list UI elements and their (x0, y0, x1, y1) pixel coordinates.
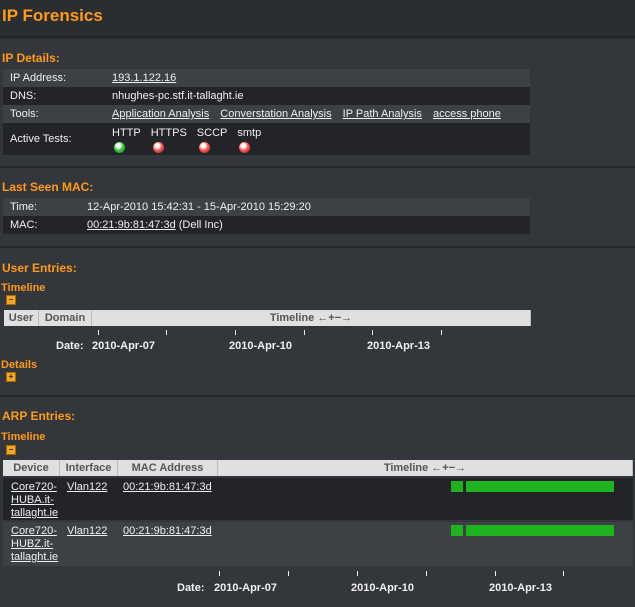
table-row: Core720-HUBZ.it-tallaght.ie Vlan122 00:2… (3, 522, 633, 566)
interface-link[interactable]: Vlan122 (67, 481, 107, 494)
conversation-analysis-link[interactable]: Converstation Analysis (220, 108, 331, 120)
timeline-zoom-controls[interactable]: Timeline ←+−→ (384, 462, 466, 474)
arp-entries-title: ARP Entries: (2, 409, 76, 423)
date-label: Date: (56, 340, 84, 352)
collapse-icon[interactable]: − (6, 445, 16, 455)
time-row: Time: 12-Apr-2010 15:42:31 - 15-Apr-2010… (3, 198, 530, 216)
page-title: IP Forensics (2, 6, 103, 25)
user-timeline-label: Timeline (1, 282, 46, 294)
last-seen-mac-table: Time: 12-Apr-2010 15:42:31 - 15-Apr-2010… (3, 198, 530, 234)
timeline-tick (357, 571, 358, 576)
test-https[interactable]: HTTPS (151, 127, 187, 153)
mac-address-link[interactable]: 00:21:9b:81:47:3d (123, 481, 212, 494)
ip-details-section: IP Details: IP Address: 193.1.122.16 DNS… (0, 37, 635, 166)
timeline-tick (372, 330, 373, 335)
test-http-label: HTTP (112, 127, 141, 139)
timeline-tick (495, 571, 496, 576)
test-http[interactable]: HTTP (112, 127, 141, 153)
timeline-bar[interactable] (466, 525, 614, 536)
col-domain[interactable]: Domain (38, 310, 92, 326)
test-https-label: HTTPS (150, 127, 187, 139)
expand-icon[interactable]: + (6, 372, 16, 382)
col-device[interactable]: Device (3, 460, 60, 476)
timeline-bar[interactable] (451, 481, 463, 492)
user-timeline-header: User Domain Timeline ←+−→ (4, 310, 531, 326)
status-green-icon (114, 142, 125, 153)
timeline-date: 2010-Apr-07 (214, 582, 277, 594)
timeline-tick (98, 330, 99, 335)
timeline-tick (166, 330, 167, 335)
active-tests-label: Active Tests: (3, 123, 105, 155)
test-smtp[interactable]: smtp (237, 127, 261, 153)
active-tests-row: Active Tests: HTTP HTTPS SCCP smtp (3, 123, 530, 155)
details-label: Details (1, 359, 38, 371)
arp-timeline-label: Timeline (1, 431, 46, 443)
status-red-icon (152, 142, 164, 153)
date-label: Date: (177, 582, 205, 594)
test-sccp-label: SCCP (196, 127, 228, 139)
timeline-tick (426, 571, 427, 576)
arp-table-header: Device Interface MAC Address Timeline ←+… (3, 460, 633, 476)
dns-value: nhughes-pc.stf.it-tallaght.ie (105, 87, 530, 105)
arp-entries-section: ARP Entries: Timeline − Device Interface… (0, 395, 635, 607)
page-header: IP Forensics (0, 0, 635, 37)
col-timeline[interactable]: Timeline ←+−→ (217, 460, 633, 476)
test-sccp[interactable]: SCCP (196, 127, 228, 153)
table-row: Core720-HUBA.it-tallaght.ie Vlan122 00:2… (3, 478, 633, 520)
device-link[interactable]: Core720-HUBZ.it-tallaght.ie (11, 525, 63, 564)
time-label: Time: (3, 198, 80, 216)
col-mac-address[interactable]: MAC Address (117, 460, 218, 476)
timeline-date: 2010-Apr-10 (351, 582, 414, 594)
timeline-tick (304, 330, 305, 335)
timeline-date: 2010-Apr-10 (229, 340, 292, 352)
ip-address-label: IP Address: (3, 69, 105, 87)
ip-details-title: IP Details: (2, 51, 60, 65)
access-phone-link[interactable]: access phone (433, 108, 501, 120)
mac-label: MAC: (3, 216, 80, 234)
active-tests-list: HTTP HTTPS SCCP smtp (112, 125, 530, 153)
last-seen-mac-section: Last Seen MAC: Time: 12-Apr-2010 15:42:3… (0, 166, 635, 246)
mac-row: MAC: 00:21:9b:81:47:3d (Dell Inc) (3, 216, 530, 234)
timeline-date: 2010-Apr-13 (489, 582, 552, 594)
tools-row: Tools: Application Analysis Converstatio… (3, 105, 530, 123)
status-red-icon (198, 142, 210, 153)
timeline-tick (235, 330, 236, 335)
timeline-tick (441, 330, 442, 335)
col-interface[interactable]: Interface (59, 460, 118, 476)
ip-address-link[interactable]: 193.1.122.16 (112, 72, 176, 84)
timeline-bar[interactable] (466, 481, 614, 492)
timeline-date: 2010-Apr-13 (367, 340, 430, 352)
dns-row: DNS: nhughes-pc.stf.it-tallaght.ie (3, 87, 530, 105)
ip-details-table: IP Address: 193.1.122.16 DNS: nhughes-pc… (3, 69, 530, 155)
test-smtp-label: smtp (237, 127, 262, 139)
time-value: 12-Apr-2010 15:42:31 - 15-Apr-2010 15:29… (80, 198, 530, 216)
dns-label: DNS: (3, 87, 105, 105)
status-red-icon (239, 142, 251, 153)
collapse-icon[interactable]: − (6, 295, 16, 305)
timeline-tick (219, 571, 220, 576)
timeline-zoom-controls[interactable]: Timeline ←+−→ (270, 312, 352, 324)
ip-address-row: IP Address: 193.1.122.16 (3, 69, 530, 87)
mac-vendor: (Dell Inc) (178, 219, 223, 231)
tools-label: Tools: (3, 105, 105, 123)
user-entries-section: User Entries: Timeline − User Domain Tim… (0, 246, 635, 395)
timeline-bar[interactable] (451, 525, 463, 536)
mac-link[interactable]: 00:21:9b:81:47:3d (87, 219, 176, 231)
col-user[interactable]: User (4, 310, 39, 326)
application-analysis-link[interactable]: Application Analysis (112, 108, 209, 120)
timeline-tick (288, 571, 289, 576)
timeline-tick (563, 571, 564, 576)
device-link[interactable]: Core720-HUBA.it-tallaght.ie (11, 481, 63, 520)
ip-path-analysis-link[interactable]: IP Path Analysis (343, 108, 422, 120)
interface-link[interactable]: Vlan122 (67, 525, 107, 538)
mac-address-link[interactable]: 00:21:9b:81:47:3d (123, 525, 212, 538)
user-entries-title: User Entries: (2, 261, 77, 275)
timeline-date: 2010-Apr-07 (92, 340, 155, 352)
col-timeline[interactable]: Timeline ←+−→ (91, 310, 531, 326)
last-seen-mac-title: Last Seen MAC: (2, 180, 94, 194)
